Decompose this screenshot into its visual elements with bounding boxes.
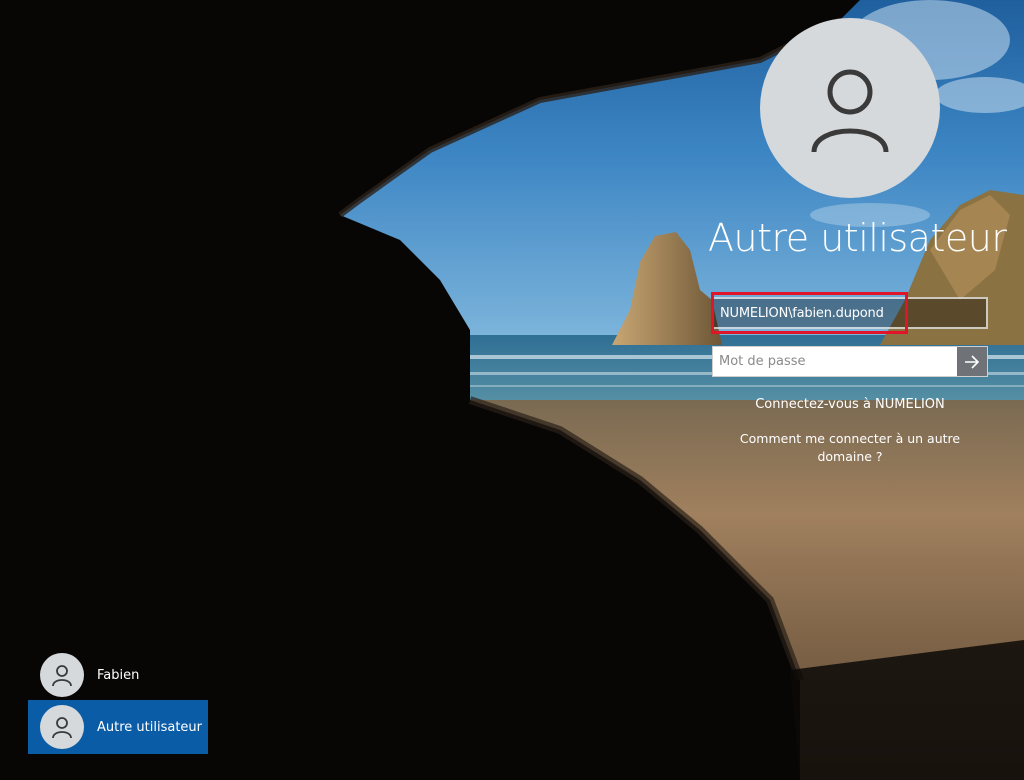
user-list-item-label: Fabien (97, 667, 140, 683)
user-avatar-icon (52, 717, 72, 739)
user-list-item-other-user[interactable]: Autre utilisateur (28, 700, 208, 754)
password-field[interactable] (713, 347, 957, 376)
arrow-right-icon (965, 354, 980, 369)
other-domain-link-line2: domaine ? (817, 449, 883, 464)
avatar (40, 705, 84, 749)
username-field-container (712, 297, 988, 329)
user-avatar (760, 18, 940, 198)
avatar (40, 653, 84, 697)
user-list-item-label: Autre utilisateur (97, 719, 203, 735)
sign-in-domain-link[interactable]: Connectez-vous à NUMELION (712, 397, 988, 412)
user-avatar-icon (811, 69, 889, 153)
submit-button[interactable] (957, 347, 987, 376)
username-field[interactable] (714, 299, 986, 327)
other-domain-link-line1: Comment me connecter à un autre (739, 431, 961, 446)
username-title: Autre utilisateur (708, 216, 1007, 260)
user-list-item-fabien[interactable]: Fabien (28, 648, 208, 702)
user-avatar-icon (52, 665, 72, 687)
password-field-container (712, 346, 988, 377)
other-domain-link[interactable]: Comment me connecter à un autre domaine … (712, 430, 988, 466)
